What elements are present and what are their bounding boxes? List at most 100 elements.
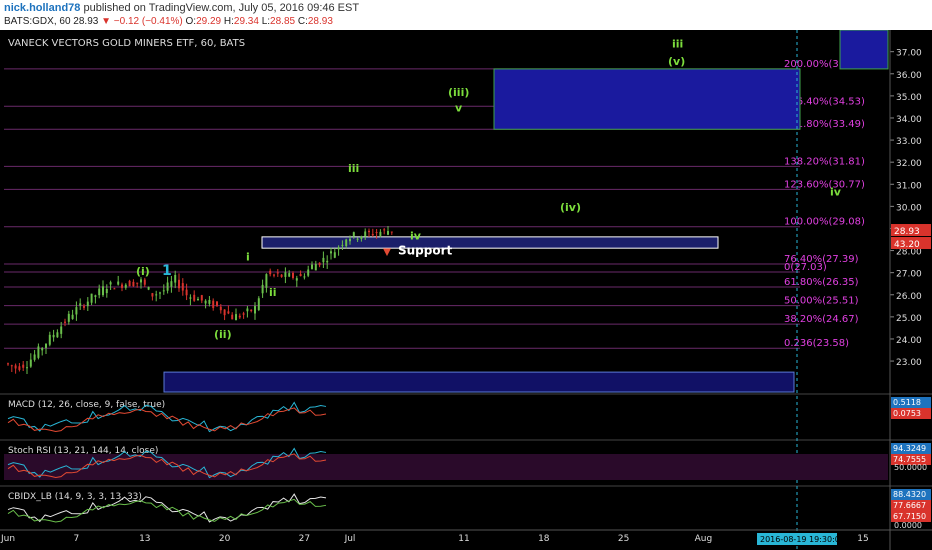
candle-body bbox=[212, 300, 215, 308]
candle-body bbox=[379, 231, 382, 236]
candle-body bbox=[208, 300, 211, 304]
wave-label: ii bbox=[269, 286, 277, 299]
macd-title: MACD (12, 26, close, 9, false, true) bbox=[8, 400, 165, 410]
wave-label: iii bbox=[348, 162, 359, 175]
y-tick-label: 24.00 bbox=[896, 336, 922, 346]
candle-body bbox=[261, 284, 264, 294]
candle-body bbox=[67, 313, 70, 322]
candle-body bbox=[227, 311, 230, 314]
candle-body bbox=[7, 363, 9, 365]
stoch-title: Stoch RSI (13, 21, 144, 14, close) bbox=[8, 446, 158, 456]
candle-body bbox=[60, 326, 63, 334]
candle-body bbox=[26, 367, 28, 369]
y-tick-label: 26.00 bbox=[896, 292, 922, 302]
candle-body bbox=[136, 282, 139, 284]
candle-body bbox=[18, 366, 21, 370]
candle-body bbox=[162, 290, 165, 292]
wave-label: v bbox=[455, 101, 463, 114]
candle-body bbox=[124, 284, 127, 288]
date-marker-label: 2016-08-19 19:30:00 bbox=[760, 535, 845, 544]
publish-info: published on TradingView.com, July 05, 2… bbox=[83, 2, 360, 14]
candle-body bbox=[284, 272, 287, 277]
candle-body bbox=[269, 270, 272, 275]
candle-body bbox=[48, 334, 51, 345]
candle-body bbox=[390, 231, 393, 233]
open-value: 29.29 bbox=[196, 16, 222, 27]
y-tick-label: 27.00 bbox=[896, 270, 922, 280]
y-tick-label: 35.00 bbox=[896, 93, 922, 103]
candle-body bbox=[383, 229, 386, 231]
chart-screenshot: nick.holland78 published on TradingView.… bbox=[0, 0, 932, 550]
candle-body bbox=[121, 284, 123, 288]
candle-body bbox=[337, 247, 340, 250]
candle-body bbox=[128, 280, 131, 287]
candle-body bbox=[322, 257, 325, 263]
candle-body bbox=[326, 260, 329, 263]
candle-body bbox=[387, 231, 389, 235]
y-tick-label: 32.00 bbox=[896, 159, 922, 169]
cbidx-title: CBIDX_LB (14, 9, 3, 3, 13, 33) bbox=[8, 492, 142, 502]
y-tick-label: 34.00 bbox=[896, 115, 922, 125]
candle-body bbox=[368, 230, 370, 233]
candle-body bbox=[33, 354, 36, 360]
author-link[interactable]: nick.holland78 bbox=[4, 2, 80, 14]
candle-body bbox=[170, 281, 173, 287]
candle-body bbox=[178, 279, 180, 289]
wave-label: (v) bbox=[668, 55, 685, 68]
candle-body bbox=[333, 252, 336, 258]
change: −0.12 (−0.41%) bbox=[113, 16, 183, 27]
wave-label: 1 bbox=[162, 263, 172, 279]
candle-body bbox=[90, 293, 93, 303]
candle-body bbox=[250, 309, 253, 312]
candle-body bbox=[83, 306, 85, 308]
candle-body bbox=[109, 282, 112, 285]
y-tick-label: 33.00 bbox=[896, 137, 922, 147]
candle-body bbox=[132, 281, 135, 287]
candle-body bbox=[37, 346, 40, 358]
candle-body bbox=[273, 274, 275, 276]
x-tick-label: 20 bbox=[219, 534, 231, 544]
cbidx-tick-label: 0.0000 bbox=[894, 521, 922, 530]
candle-body bbox=[360, 236, 363, 239]
candle-body bbox=[52, 334, 55, 338]
candle-body bbox=[45, 343, 47, 348]
high-label: H: bbox=[223, 16, 234, 27]
wave-label: i bbox=[246, 251, 250, 264]
candle-body bbox=[174, 274, 177, 283]
wave-label: (i) bbox=[136, 265, 150, 278]
candle-body bbox=[356, 238, 359, 240]
x-tick-label: 18 bbox=[538, 534, 550, 544]
candle-body bbox=[159, 292, 161, 294]
candle-body bbox=[341, 244, 344, 246]
close-value: 28.93 bbox=[307, 16, 333, 27]
chart-area[interactable]: 37.00 36.00 35.00 34.00 33.00 32.00 31.00 30.00… bbox=[0, 30, 932, 550]
symbol: BATS:GDX, 60 bbox=[4, 16, 71, 27]
candle-body bbox=[181, 283, 184, 291]
close-label: C: bbox=[297, 16, 308, 27]
fib-level-label: 0.236(23.58) bbox=[784, 338, 849, 349]
macd-value: 0.5118 bbox=[893, 398, 921, 407]
candle-body bbox=[155, 294, 158, 296]
candle-body bbox=[292, 272, 294, 278]
candle-body bbox=[216, 301, 218, 306]
candle-body bbox=[254, 306, 256, 314]
candle-body bbox=[79, 303, 82, 306]
price-label: 28.93 bbox=[894, 227, 920, 237]
support-label: Support bbox=[398, 244, 453, 258]
x-tick-label: Jun bbox=[0, 534, 15, 544]
candle-body bbox=[94, 295, 97, 297]
candle-body bbox=[185, 289, 188, 296]
fib-level-label: 38.20%(24.67) bbox=[784, 314, 859, 325]
candle-body bbox=[22, 364, 25, 368]
wave-label: iv bbox=[410, 230, 422, 243]
candle-body bbox=[223, 309, 226, 316]
wave-label: (iv) bbox=[560, 201, 581, 214]
high-value: 29.34 bbox=[233, 16, 259, 27]
candle-body bbox=[352, 232, 355, 237]
candle-body bbox=[330, 251, 332, 254]
x-tick-label: 27 bbox=[299, 534, 310, 544]
candle-body bbox=[147, 286, 150, 290]
x-tick-label: 7 bbox=[74, 534, 80, 544]
candle-body bbox=[143, 279, 146, 285]
stoch-tick-label: 50.0000 bbox=[894, 463, 927, 472]
